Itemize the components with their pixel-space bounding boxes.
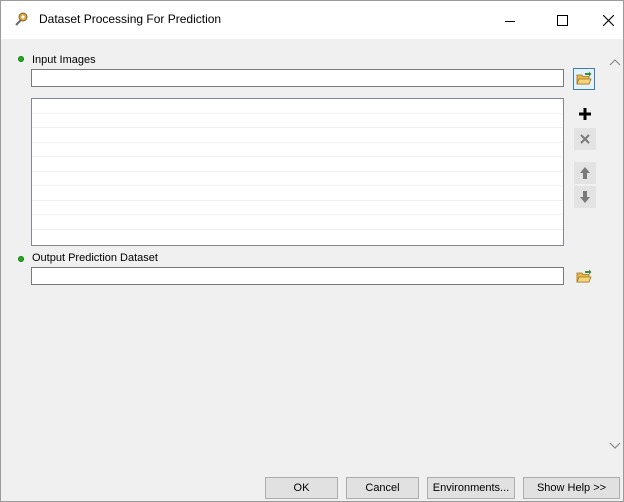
close-icon [602,14,614,26]
scroll-down-button[interactable] [609,441,623,453]
list-item[interactable] [32,157,563,172]
list-item[interactable] [32,128,563,143]
list-item[interactable] [32,143,563,157]
tool-dialog-window: Dataset Processing For Prediction Input … [0,0,624,502]
open-folder-icon [576,71,592,85]
chevron-down-icon [609,442,621,449]
minimize-button[interactable] [487,1,533,39]
output-dataset-field[interactable] [31,267,564,285]
output-dataset-label: Output Prediction Dataset [32,252,158,264]
open-folder-icon [576,269,592,283]
list-item[interactable] [32,186,563,201]
title-bar[interactable]: Dataset Processing For Prediction [1,1,623,39]
input-images-field[interactable] [31,69,564,87]
arrow-down-icon [580,191,590,203]
required-parameter-icon [18,256,24,262]
list-item[interactable] [32,99,563,114]
window-title: Dataset Processing For Prediction [39,12,222,26]
required-parameter-icon [18,56,24,62]
cancel-button[interactable]: Cancel [346,477,419,499]
move-up-button[interactable] [574,162,596,184]
arrow-up-icon [580,167,590,179]
chevron-up-icon [609,59,621,66]
environments-button[interactable]: Environments... [427,477,515,499]
list-item[interactable] [32,201,563,215]
input-images-list[interactable] [31,98,564,246]
move-down-button[interactable] [574,186,596,208]
tool-icon [13,11,29,27]
dialog-button-bar: OK Cancel Environments... Show Help >> [1,467,623,501]
remove-icon [580,134,590,144]
browse-input-images-button[interactable] [573,68,595,90]
list-item[interactable] [32,114,563,128]
browse-output-dataset-button[interactable] [573,266,595,288]
list-item[interactable] [32,215,563,230]
input-images-label: Input Images [32,54,96,66]
remove-item-button[interactable] [574,128,596,150]
parameters-panel: Input Images Output Prediction Dataset [11,47,609,464]
list-item[interactable] [32,172,563,186]
plus-icon [579,108,591,120]
maximize-button[interactable] [539,1,585,39]
show-help-button[interactable]: Show Help >> [523,477,620,499]
scroll-up-button[interactable] [609,57,623,69]
close-button[interactable] [585,1,624,39]
ok-button[interactable]: OK [265,477,338,499]
add-item-button[interactable] [574,103,596,125]
